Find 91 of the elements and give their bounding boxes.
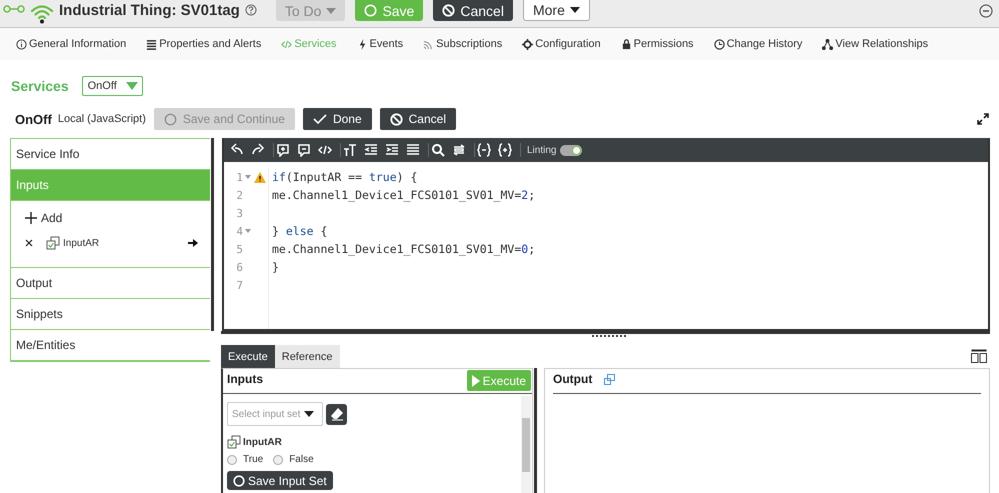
circle-icon — [164, 112, 177, 126]
scrollbar[interactable] — [521, 396, 531, 493]
linting-label: Linting — [527, 144, 556, 156]
inputs-heading: Inputs — [227, 372, 263, 386]
more-button[interactable]: More — [522, 0, 590, 21]
line-number: 3 — [236, 206, 243, 220]
section-header[interactable]: Snippets — [11, 299, 210, 330]
splitter-handle[interactable] — [591, 334, 627, 338]
add-input-button[interactable]: Add — [25, 209, 210, 227]
justify-icon[interactable] — [406, 143, 420, 157]
indent-icon[interactable] — [385, 143, 399, 157]
caret-icon — [304, 411, 314, 417]
ban-icon — [442, 4, 456, 17]
popout-icon[interactable] — [604, 374, 616, 385]
code-line: } — [272, 260, 279, 274]
tab[interactable]: Execute — [221, 345, 275, 368]
help-icon[interactable] — [244, 4, 257, 16]
radio-option[interactable]: False — [273, 454, 314, 465]
input-name[interactable]: InputAR — [63, 238, 100, 248]
arrow-icon[interactable] — [188, 239, 198, 247]
cancel-button[interactable]: Cancel — [433, 0, 513, 21]
expand-icon[interactable] — [977, 113, 989, 125]
code-icon — [281, 38, 292, 50]
done-button[interactable]: Done — [302, 108, 372, 130]
save-input-set-button[interactable]: Save Input Set — [227, 471, 333, 490]
services-heading: Services — [11, 78, 69, 94]
hierarchy-icon — [822, 38, 834, 50]
signal-icon — [423, 38, 434, 50]
code-line: me.Channel1_Device1_FCS0101_SV01_MV=2; — [272, 188, 536, 202]
nav-tab[interactable]: Properties and Alerts — [146, 38, 262, 50]
nav-tab[interactable]: Permissions — [620, 38, 694, 50]
link-icon — [3, 4, 25, 14]
line-number: 4 — [236, 224, 243, 238]
line-number: 2 — [236, 188, 243, 202]
cancel-button[interactable]: Cancel — [380, 108, 456, 130]
radio-option[interactable]: True — [227, 454, 264, 465]
service-name: OnOff — [15, 112, 52, 126]
lock-icon — [620, 38, 632, 50]
replace-icon[interactable] — [452, 143, 466, 157]
nav-tab[interactable]: General Information — [16, 38, 126, 50]
circle-icon — [233, 474, 245, 486]
splitter-handle[interactable] — [211, 138, 214, 331]
play-icon — [472, 374, 480, 386]
undo-icon[interactable] — [230, 143, 244, 157]
clock-icon — [714, 38, 725, 50]
boolean-type-icon — [46, 236, 60, 250]
nav-tab[interactable]: Subscriptions — [423, 38, 502, 50]
line-number: 7 — [236, 278, 243, 292]
collapse-icon[interactable] — [979, 4, 993, 18]
parameter-name: InputAR — [243, 436, 282, 448]
code-line: } else { — [272, 224, 328, 238]
nav-tab[interactable]: View Relationships — [822, 38, 928, 50]
line-number: 6 — [236, 260, 243, 274]
nav-tab[interactable]: Change History — [714, 38, 802, 50]
gear-icon — [522, 38, 534, 50]
service-select[interactable]: OnOff — [82, 76, 143, 96]
linting-toggle[interactable] — [560, 144, 582, 156]
section-header[interactable]: Me/Entities — [11, 330, 210, 361]
caret-icon — [326, 8, 336, 14]
list-icon — [146, 38, 158, 50]
section-header[interactable]: Output — [11, 268, 210, 299]
splitter-handle[interactable] — [534, 368, 537, 493]
output-heading: Output — [553, 372, 592, 386]
caret-icon — [570, 7, 580, 13]
nav-tab[interactable]: Configuration — [522, 38, 601, 50]
boolean-type-icon — [227, 435, 241, 449]
fold-icon[interactable] — [245, 229, 251, 233]
plus-icon — [25, 212, 37, 224]
ban-icon — [390, 112, 403, 126]
page-title: Industrial Thing: SV01tag — [59, 2, 240, 19]
redo-icon[interactable] — [251, 143, 265, 157]
code-line: me.Channel1_Device1_FCS0101_SV01_MV=0; — [272, 242, 536, 256]
line-number: 1 — [236, 170, 243, 184]
remove-icon[interactable] — [25, 239, 33, 247]
clear-button[interactable] — [326, 404, 347, 424]
caret-icon — [126, 82, 138, 90]
circle-icon — [364, 4, 378, 17]
layout-icon[interactable] — [971, 349, 987, 363]
info-icon — [16, 38, 27, 50]
check-icon — [312, 113, 327, 125]
eraser-icon — [330, 407, 344, 421]
outdent-icon[interactable] — [364, 143, 378, 157]
service-type: Local (JavaScript) — [58, 113, 146, 125]
line-number: 5 — [236, 242, 243, 256]
code-line: if(InputAR == true) { — [272, 170, 418, 184]
tag-icon[interactable] — [318, 143, 332, 157]
nav-tab[interactable]: Events — [356, 38, 404, 50]
fold-icon[interactable] — [245, 175, 251, 179]
search-icon[interactable] — [431, 143, 445, 157]
wifi-icon — [30, 4, 54, 24]
tab[interactable]: Reference — [274, 345, 340, 368]
